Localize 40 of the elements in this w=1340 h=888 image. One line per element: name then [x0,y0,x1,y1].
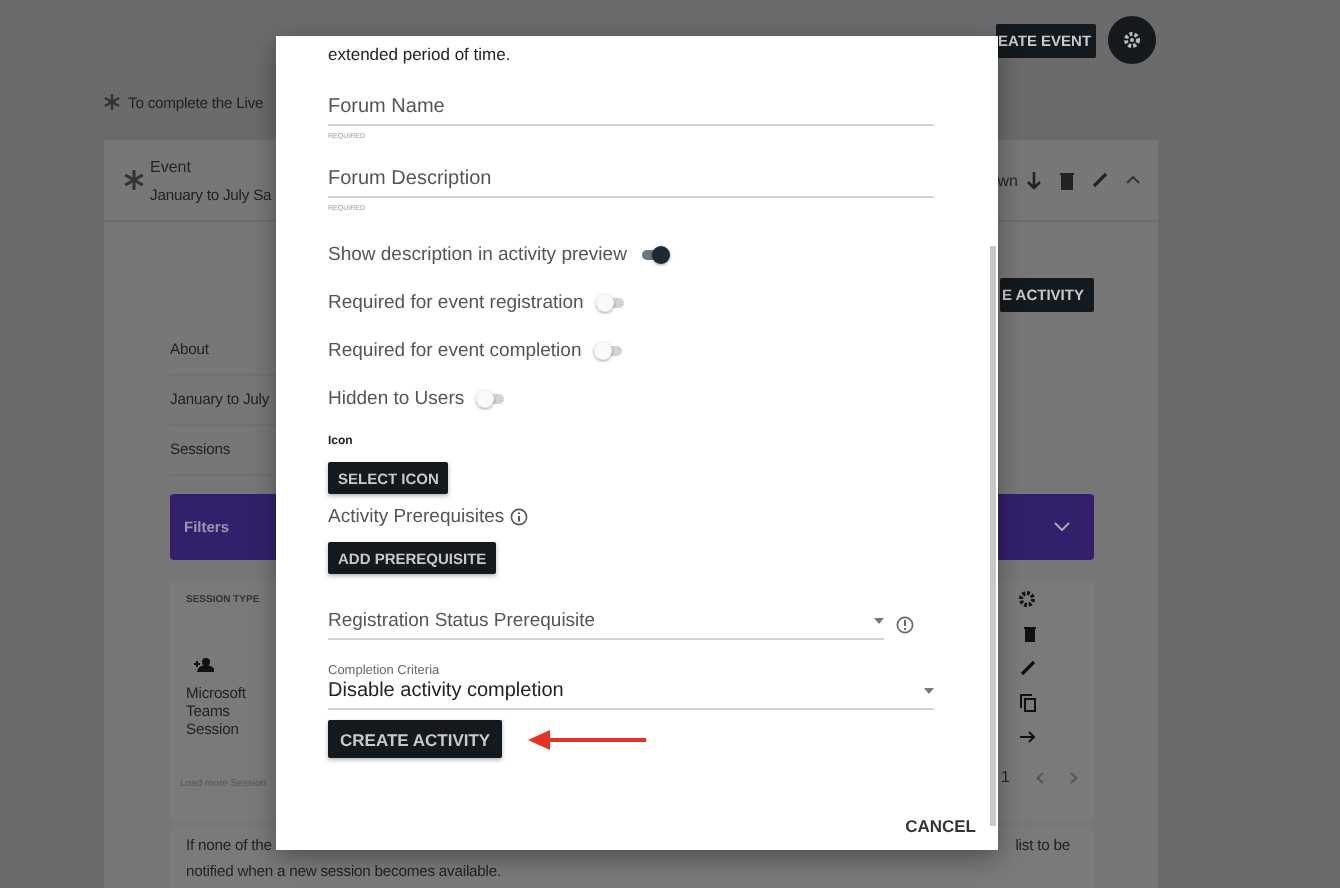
text-field[interactable]: Forum Description [328,164,934,198]
settings-icon[interactable] [1018,590,1036,608]
action-text: wn [997,171,1018,189]
arrow-down-icon[interactable] [1026,171,1042,189]
event-label: Event [150,157,193,175]
toggle-switch[interactable] [599,297,624,307]
gear-icon [1122,30,1142,50]
arrow-right-icon[interactable] [1020,730,1036,744]
pencil-icon[interactable] [1092,172,1108,188]
chevron-up-icon[interactable] [1126,176,1140,184]
toggle-label: Required for event registration [328,291,584,313]
chevron-down-icon [1054,522,1070,532]
settings-button[interactable] [1108,16,1156,64]
cancel-button[interactable]: CANCEL [901,812,980,840]
toggle-switch[interactable] [597,345,622,355]
toggle-label: Hidden to Users [328,387,465,409]
asterisk-icon [104,94,120,110]
prerequisites-label: Activity Prerequisites [328,506,505,528]
arrow-left-icon [528,729,649,749]
create-activity-button[interactable]: CREATE ACTIVITY [328,720,503,758]
trash-icon[interactable] [1060,171,1074,189]
page-number: 1 [1001,768,1010,786]
scrollbar[interactable] [990,246,996,826]
trash-icon[interactable] [1024,626,1036,642]
select-field[interactable]: Registration Status Prerequisite [328,610,884,640]
dropdown-caret-icon[interactable] [874,618,884,624]
info-icon[interactable] [510,508,529,526]
text-field[interactable]: Forum Name [328,92,934,126]
toggle-label: Show description in activity preview [328,243,627,265]
intro-text: extended period of time. [328,44,511,64]
person-add-icon [194,658,214,672]
select-field[interactable]: Disable activity completion [328,680,934,710]
toggle-label: Required for event completion [328,339,582,361]
asterisk-icon [124,170,144,190]
dropdown-caret-icon[interactable] [924,688,934,694]
info-icon[interactable] [896,616,914,634]
toggle-switch[interactable] [642,249,667,259]
pencil-icon[interactable] [1020,660,1036,676]
toggle-switch[interactable] [480,393,505,403]
copy-icon[interactable] [1020,694,1036,712]
